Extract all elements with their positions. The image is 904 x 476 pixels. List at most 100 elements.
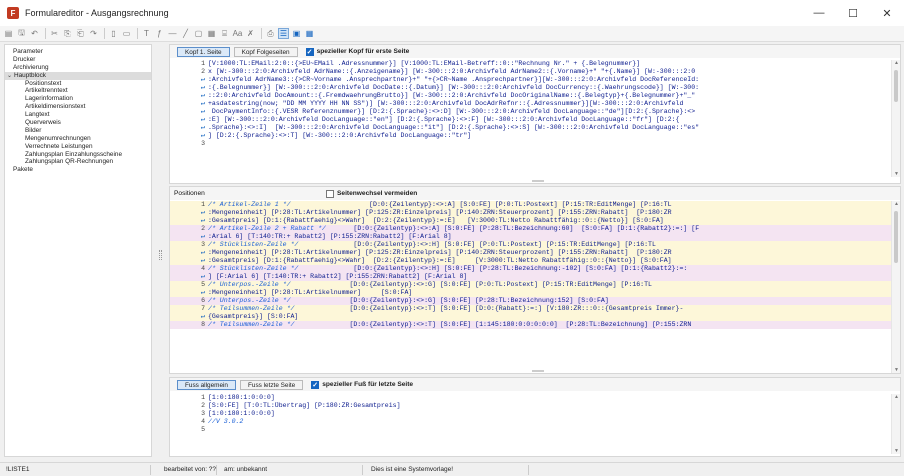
tree-item-hauptblock[interactable]: ⌄ Hauptblock xyxy=(5,71,151,81)
code-line[interactable]: 5 xyxy=(170,426,900,434)
tree-item-zahlungsplan-qr-rechnungen[interactable]: Zahlungsplan QR-Rechnungen xyxy=(5,158,151,166)
footer-scrollbar[interactable]: ▲ ▼ xyxy=(891,394,900,454)
code-line[interactable]: ↵] [F:Arial 6] [T:140:TR:+ Rabatt2] [P:1… xyxy=(170,273,900,281)
field-icon[interactable]: ⎙ xyxy=(265,28,276,39)
save-icon[interactable]: 🖫 xyxy=(16,28,27,39)
code-line[interactable]: ↵ .Sprache}:<>:I] [W:-300:::2:0:Archivfel… xyxy=(170,124,900,132)
code-line[interactable]: 2x [W:-300:::2:0:Archivfeld AdrName::{.A… xyxy=(170,68,900,76)
header-scrollbar[interactable]: ▲ ▼ xyxy=(891,60,900,177)
code-line[interactable]: ↵ {Gesamtpreis}] [S:0:FA] xyxy=(170,313,900,321)
code-line[interactable]: 1/* Artikel-Zeile 1 */ [D:0:{Zeilentyp}:… xyxy=(170,201,900,209)
first-page-header-checkbox[interactable]: ✓ spezieller Kopf für erste Seite xyxy=(305,47,409,56)
code-line[interactable]: ↵:Arial 6] [T:140:TR:+ Rabatt2] [P:155:Z… xyxy=(170,233,900,241)
tree-item-bilder[interactable]: Bilder xyxy=(5,127,151,135)
tree-item-zahlungsplan-einzahlungsscheine[interactable]: Zahlungsplan Einzahlungsscheine xyxy=(5,151,151,159)
scroll-thumb[interactable] xyxy=(894,211,898,263)
page-icon[interactable]: ▯ xyxy=(108,28,119,39)
undo-icon[interactable]: ↶ xyxy=(29,28,40,39)
code-line[interactable]: ↵ DocPaymentInfo::{.VESR Referenznummer}… xyxy=(170,108,900,116)
resize-grip[interactable] xyxy=(532,180,544,182)
check-icon[interactable]: ✓ xyxy=(311,380,320,389)
header-code-editor[interactable]: 1 [V:1000:TL:EMail:2:0::{>EU~EMail .Adres… xyxy=(170,60,900,177)
tree-item-lagerinformation[interactable]: Lagerinformation xyxy=(5,95,151,103)
tree-item-drucker[interactable]: Drucker xyxy=(5,56,151,64)
code-line[interactable]: 5/* Unterpos.-Zeile */ [D:0:{Zeilentyp}:… xyxy=(170,281,900,289)
positions-code-editor[interactable]: 1/* Artikel-Zeile 1 */ [D:0:{Zeilentyp}:… xyxy=(170,201,900,373)
redo-icon[interactable]: ↷ xyxy=(88,28,99,39)
scroll-down-icon[interactable]: ▼ xyxy=(892,448,901,454)
copy-icon[interactable]: ⎘ xyxy=(62,28,73,39)
tree-item-archivierung[interactable]: Archivierung xyxy=(5,64,151,72)
code-line[interactable]: ↵:Gesamtpreis] [D:1:{Rabattfaehig}<>Wahr… xyxy=(170,257,900,265)
minimize-button[interactable]: — xyxy=(802,0,836,26)
text-icon[interactable]: T xyxy=(141,28,152,39)
close-button[interactable]: ✕ xyxy=(870,0,904,26)
code-line[interactable]: ↵::2:0:Archivfeld DocAmount::{.Fremdwaeh… xyxy=(170,92,900,100)
chevron-down-icon[interactable]: ⌄ xyxy=(7,73,14,81)
cut-icon[interactable]: ✂ xyxy=(49,28,60,39)
tree-item-positionstext[interactable]: Positionstext xyxy=(5,80,151,88)
scroll-up-icon[interactable]: ▲ xyxy=(892,394,901,400)
tab-fuss-letzte-seite[interactable]: Fuss letzte Seite xyxy=(239,379,304,390)
last-page-footer-checkbox[interactable]: ✓ spezieller Fuß für letzte Seite xyxy=(311,380,413,389)
code-line[interactable]: 3/* Stücklisten-Zeile */ [D:0:{Zeilentyp… xyxy=(170,241,900,249)
scroll-up-icon[interactable]: ▲ xyxy=(892,201,901,207)
code-line[interactable]: 4/* Stücklisten-Zeile */ [D:0:{Zeilentyp… xyxy=(170,265,900,273)
tree-item-parameter[interactable]: Parameter xyxy=(5,48,151,56)
tree-item-artikeltrenntext[interactable]: Artikeltrenntext xyxy=(5,87,151,95)
clear-format-icon[interactable]: Aa xyxy=(232,28,243,39)
code-line[interactable]: 2 [S:0:FE] [T:0:TL:Übertrag] [P:180:ZR:Ge… xyxy=(170,402,900,410)
tab-fuss-allgemein[interactable]: Fuss allgemein xyxy=(177,379,236,390)
line-icon[interactable]: — xyxy=(167,28,178,39)
tree-item-pakete[interactable]: Pakete xyxy=(5,166,151,174)
code-line[interactable]: ↵:Mengeneinheit] [P:28:TL:Artikelnummer]… xyxy=(170,289,900,297)
positions-scrollbar[interactable]: ▲ ▼ xyxy=(891,201,900,373)
maximize-button[interactable]: ☐ xyxy=(836,0,870,26)
scroll-down-icon[interactable]: ▼ xyxy=(892,171,901,177)
rectangle-icon[interactable]: ╱ xyxy=(180,28,191,39)
code-line[interactable]: ↵ +asdatestring(now; "DD MM YYYY HH NN SS… xyxy=(170,100,900,108)
scroll-up-icon[interactable]: ▲ xyxy=(892,60,901,66)
avoid-page-break-checkbox[interactable]: Seitenwechsel vermeiden xyxy=(326,189,417,198)
code-line[interactable]: ↵:Gesamtpreis] [D:1:{Rabattfaehig}<>Wahr… xyxy=(170,217,900,225)
print-icon[interactable]: ✗ xyxy=(245,28,256,39)
code-line[interactable]: ↵:{.Belegnummer}] [W:-300:::2:0:Archivfe… xyxy=(170,84,900,92)
check-icon[interactable]: ✓ xyxy=(305,47,314,56)
navigation-tree[interactable]: Parameter Drucker Archivierung ⌄ Hauptblock P… xyxy=(4,44,152,457)
tree-item-langtext[interactable]: Langtext xyxy=(5,111,151,119)
tree-item-artikeldimensionstext[interactable]: Artikeldimensionstext xyxy=(5,103,151,111)
splitter-handle[interactable] xyxy=(159,250,162,260)
code-line[interactable]: 4//V 3.0.2 xyxy=(170,418,900,426)
code-line[interactable]: 3 xyxy=(170,140,900,148)
scroll-down-icon[interactable]: ▼ xyxy=(892,367,901,373)
active-layout-icon[interactable]: ☰ xyxy=(278,28,289,39)
tree-item-querverweis[interactable]: Querverweis xyxy=(5,119,151,127)
code-line[interactable]: 3 [1:0:180:1:0:0:0] xyxy=(170,410,900,418)
code-line[interactable]: 7/* Teilsummen-Zeile */ [D:0:{Zeilentyp}… xyxy=(170,305,900,313)
toolbar-icon-21[interactable]: ▦ xyxy=(304,28,315,39)
tree-item-verrechnete-leistungen[interactable]: Verrechnete Leistungen xyxy=(5,143,151,151)
image-icon[interactable]: ▭ xyxy=(121,28,132,39)
code-line[interactable]: ↵:E] [W:-300:::2:0:Archivfeld DocLanguag… xyxy=(170,116,900,124)
code-line[interactable]: ↵:Archivfeld AdrName3::{>CR~Vorname .Ans… xyxy=(170,76,900,84)
tree-item-mengenumrechnungen[interactable]: Mengenumrechnungen xyxy=(5,135,151,143)
scroll-thumb[interactable] xyxy=(894,70,898,102)
resize-grip[interactable] xyxy=(532,370,544,372)
formula-icon[interactable]: ƒ xyxy=(154,28,165,39)
footer-code-editor[interactable]: 1 [1:0:180:1:0:0:0] 2 [S:0:FE] [T:0:TL:Über… xyxy=(170,394,900,454)
code-line[interactable]: 6/* Unterpos.-Zeile */ [D:0:{Zeilentyp}:… xyxy=(170,297,900,305)
code-line[interactable]: ↵:Mengeneinheit] [P:28:TL:Artikelnummer]… xyxy=(170,209,900,217)
code-line[interactable]: 1 [V:1000:TL:EMail:2:0::{>EU~EMail .Adres… xyxy=(170,60,900,68)
code-line[interactable]: 1 [1:0:180:1:0:0:0] xyxy=(170,394,900,402)
code-line[interactable]: 2/* Artikel-Zeile 2 + Rabatt */ [D:0:{Ze… xyxy=(170,225,900,233)
grid-icon[interactable]: ▤ xyxy=(3,28,14,39)
code-line[interactable]: ↵:Mengeneinheit] [P:28:TL:Artikelnummer]… xyxy=(170,249,900,257)
tab-kopf-erste-seite[interactable]: Kopf 1. Seite xyxy=(177,46,230,57)
tab-kopf-folgeseiten[interactable]: Kopf Folgeseiten xyxy=(233,46,298,57)
barcode-icon[interactable]: ▦ xyxy=(206,28,217,39)
checkbox-empty-icon[interactable] xyxy=(326,189,334,198)
paste-icon[interactable]: ⎗ xyxy=(75,28,86,39)
database-icon[interactable]: ▢ xyxy=(193,28,204,39)
code-line[interactable]: ↵] [D:2:{.Sprache}:<>:T] [W:-300:::2:0:A… xyxy=(170,132,900,140)
font-icon[interactable]: ⌸ xyxy=(219,28,230,39)
